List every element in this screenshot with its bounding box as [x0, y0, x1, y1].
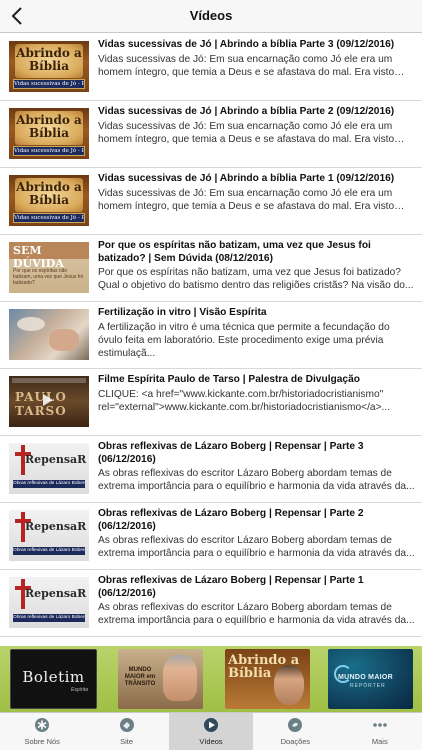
thumbnail-title: Abrindo a Bíblia — [16, 46, 82, 73]
program-banner: Boletim Espírita MUNDO MAIOR em TRÂNSITO… — [0, 646, 422, 712]
play-icon — [43, 394, 53, 406]
host-portrait — [163, 655, 197, 701]
thumbnail-caption: Obras reflexivas de Lázaro Boberg - Part… — [13, 547, 85, 555]
tab-site[interactable]: Site — [84, 713, 168, 750]
thumbnail-bar — [12, 378, 86, 383]
tab-videos[interactable]: Vídeos — [168, 713, 254, 750]
video-description: A fertilização in vitro é uma técnica qu… — [98, 321, 390, 359]
video-thumbnail[interactable]: Abrindo a Bíblia Vidas sucessivas de Jó … — [9, 108, 89, 159]
video-description: CLIQUE: <a href="www.kickante.com.br/his… — [98, 388, 391, 413]
video-thumbnail[interactable]: Abrindo a Bíblia Vidas sucessivas de Jó … — [9, 175, 89, 226]
video-title: Obras reflexivas de Lázaro Boberg | Repe… — [98, 508, 364, 532]
video-thumbnail[interactable]: RepensaR Obras reflexivas de Lázaro Bobe… — [9, 443, 89, 494]
banner-mundo-maior[interactable]: MUNDO MAIOR em TRÂNSITO — [118, 649, 203, 709]
video-title: Obras reflexivas de Lázaro Boberg | Repe… — [98, 441, 364, 465]
video-title: Filme Espírita Paulo de Tarso | Palestra… — [98, 374, 360, 385]
banner-abrindo-biblia[interactable]: Abrindo a Bíblia — [225, 649, 310, 709]
thumbnail-caption: Vidas sucessivas de Jó - Parte 2 — [13, 146, 85, 156]
banner-reporter[interactable]: MUNDO MAIOR REPÓRTER — [328, 649, 413, 709]
tab-mais[interactable]: Mais — [338, 713, 422, 750]
banner-boletim[interactable]: Boletim Espírita — [10, 649, 97, 709]
video-description: Vidas sucessivas de Jó: Em sua encarnaçã… — [98, 120, 395, 145]
video-title: Vidas sucessivas de Jó | Abrindo a bíbli… — [98, 39, 395, 50]
thumbnail-title: RepensaR — [25, 453, 87, 466]
video-list[interactable]: Abrindo a Bíblia Vidas sucessivas de Jó … — [0, 34, 422, 646]
banner-title: Boletim — [22, 668, 85, 686]
banner-title: MUNDO MAIOR em TRÂNSITO — [124, 667, 156, 687]
video-row[interactable]: Abrindo a Bíblia Vidas sucessivas de Jó … — [0, 101, 422, 168]
donate-icon — [288, 718, 303, 732]
video-description: As obras reflexivas do escritor Lázaro B… — [98, 602, 415, 627]
video-row[interactable]: Fertilização in vitro | Visão Espírita A… — [0, 302, 422, 369]
video-row[interactable]: SEM DÚVIDA Por que os espíritas não bati… — [0, 235, 422, 302]
video-row[interactable]: RepensaR Obras reflexivas de Lázaro Bobe… — [0, 503, 422, 570]
tab-sobre-nos[interactable]: Sobre Nós — [0, 713, 84, 750]
thumbnail-title: RepensaR — [25, 520, 87, 533]
thumbnail-shape — [49, 329, 79, 351]
nav-header: Vídeos — [0, 0, 422, 33]
video-description: Vidas sucessivas de Jó: Em sua encarnaçã… — [98, 53, 395, 78]
video-thumbnail[interactable]: SEM DÚVIDA Por que os espíritas não bati… — [9, 242, 89, 293]
video-description: As obras reflexivas do escritor Lázaro B… — [98, 535, 415, 560]
video-title: Obras reflexivas de Lázaro Boberg | Repe… — [98, 575, 364, 599]
thumbnail-caption: Por que os espíritas não batizam, uma ve… — [13, 268, 84, 286]
banner-subtitle: REPÓRTER — [350, 683, 386, 689]
more-icon — [372, 723, 387, 727]
tab-label: Sobre Nós — [24, 737, 60, 746]
video-row[interactable]: RepensaR Obras reflexivas de Lázaro Bobe… — [0, 570, 422, 637]
video-row[interactable]: RepensaR Obras reflexivas de Lázaro Bobe… — [0, 436, 422, 503]
tab-bar: Sobre Nós Site Vídeos Doações Mais — [0, 712, 422, 750]
video-title: Fertilização in vitro | Visão Espírita — [98, 307, 267, 318]
video-thumbnail[interactable]: Abrindo a Bíblia Vidas sucessivas de Jó … — [9, 41, 89, 92]
page-title: Vídeos — [189, 8, 233, 23]
asterisk-icon — [35, 718, 50, 732]
video-description: As obras reflexivas do escritor Lázaro B… — [98, 468, 415, 493]
thumbnail-caption: Vidas sucessivas de Jó - Parte 1 — [13, 213, 85, 223]
thumbnail-art: Abrindo a Bíblia — [15, 44, 83, 78]
video-title: Por que os espíritas não batizam, uma ve… — [98, 240, 371, 264]
thumbnail-caption: Vidas sucessivas de Jó - Parte 3 — [13, 79, 85, 89]
video-thumbnail[interactable]: RepensaR Obras reflexivas de Lázaro Bobe… — [9, 577, 89, 628]
video-row[interactable]: Abrindo a Bíblia Vidas sucessivas de Jó … — [0, 34, 422, 101]
video-thumbnail[interactable]: PAULO TARSO — [9, 376, 89, 427]
tab-label: Vídeos — [199, 737, 223, 746]
tab-doacoes[interactable]: Doações — [253, 713, 337, 750]
video-title: Vidas sucessivas de Jó | Abrindo a bíbli… — [98, 173, 395, 184]
thumbnail-shape — [17, 317, 45, 331]
tab-label: Doações — [280, 737, 311, 746]
video-description: Vidas sucessivas de Jó: Em sua encarnaçã… — [98, 187, 395, 212]
thumbnail-art: Abrindo a Bíblia — [15, 111, 83, 145]
host-portrait — [274, 665, 304, 705]
video-title: Vidas sucessivas de Jó | Abrindo a bíbli… — [98, 106, 395, 117]
banner-subtitle: Espírita — [71, 687, 88, 693]
thumbnail-title: SEM DÚVIDA — [13, 244, 64, 270]
globe-icon — [119, 718, 134, 732]
thumbnail-caption: Obras reflexivas de Lázaro Boberg - Part… — [13, 614, 85, 622]
tab-label: Site — [120, 737, 134, 746]
thumbnail-title: RepensaR — [25, 587, 87, 600]
video-row[interactable]: PAULO TARSO Filme Espírita Paulo de Tars… — [0, 369, 422, 436]
thumbnail-caption: Obras reflexivas de Lázaro Boberg - Part… — [13, 480, 85, 488]
thumbnail-title: Abrindo a Bíblia — [16, 113, 82, 140]
tab-label: Mais — [371, 737, 388, 746]
video-thumbnail[interactable]: RepensaR Obras reflexivas de Lázaro Bobe… — [9, 510, 89, 561]
play-icon — [203, 718, 218, 732]
thumbnail-art: Abrindo a Bíblia — [15, 178, 83, 212]
video-description: Por que os espíritas não batizam, uma ve… — [98, 267, 414, 292]
video-row[interactable]: Abrindo a Bíblia Vidas sucessivas de Jó … — [0, 168, 422, 235]
video-thumbnail[interactable] — [9, 309, 89, 360]
thumbnail-title: Abrindo a Bíblia — [16, 180, 82, 207]
banner-title: MUNDO MAIOR — [338, 674, 394, 681]
